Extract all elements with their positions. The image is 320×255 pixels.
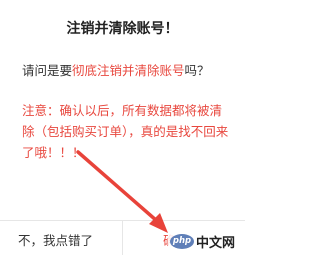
question-highlight: 彻底注销并清除账号 xyxy=(72,63,185,78)
site-watermark: php 中文网 xyxy=(168,232,238,251)
question-suffix: 吗？ xyxy=(184,63,210,78)
php-logo-icon: php xyxy=(170,233,194,249)
cancel-button[interactable]: 不，我点错了 xyxy=(18,230,93,249)
confirm-dialog: 注销并清除账号！ 请问是要彻底注销并清除账号吗？ 注意：确认以后，所有数据都将被… xyxy=(0,0,245,255)
question-prefix: 请问是要 xyxy=(22,63,73,78)
watermark-site-name: 中文网 xyxy=(196,235,236,251)
dialog-question: 请问是要彻底注销并清除账号吗？ xyxy=(22,60,210,79)
footer-divider xyxy=(122,221,123,255)
warning-text: 注意：确认以后，所有数据都将被清除（包括购买订单），真的是找不回来了哦！！！ xyxy=(22,103,229,160)
dialog-title: 注销并清除账号！ xyxy=(66,21,179,37)
